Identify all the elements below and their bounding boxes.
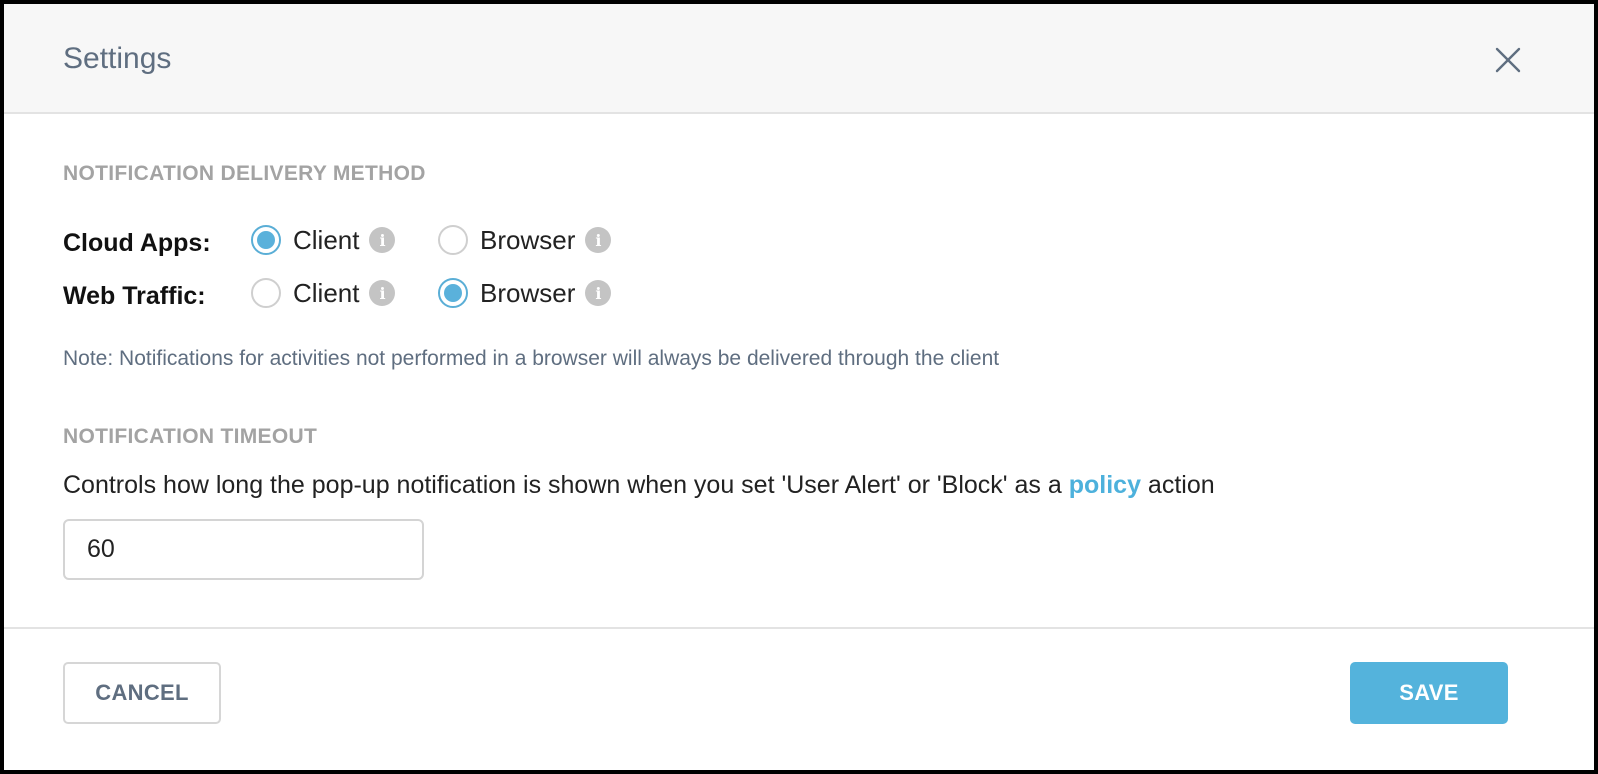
info-icon[interactable]: i <box>369 280 396 306</box>
cloud-apps-client-option[interactable]: Client i <box>251 222 396 258</box>
cloud-apps-browser-radio[interactable] <box>438 225 468 255</box>
cloud-apps-label: Cloud Apps: <box>63 229 211 257</box>
settings-dialog: Settings NOTIFICATION DELIVERY METHOD Cl… <box>4 4 1594 770</box>
web-traffic-label: Web Traffic: <box>63 282 206 310</box>
timeout-description: Controls how long the pop-up notificatio… <box>63 471 1215 500</box>
web-traffic-browser-label: Browser <box>480 277 576 308</box>
cloud-apps-browser-option[interactable]: Browser i <box>438 222 612 258</box>
info-icon[interactable]: i <box>585 227 612 253</box>
web-traffic-client-radio[interactable] <box>251 278 281 308</box>
web-traffic-client-label: Client <box>293 277 360 308</box>
dialog-title: Settings <box>63 42 172 75</box>
timeout-description-text: Controls how long the pop-up notificatio… <box>63 471 1069 499</box>
delivery-note: Note: Notifications for activities not p… <box>63 347 1000 370</box>
delivery-method-heading: NOTIFICATION DELIVERY METHOD <box>63 162 426 185</box>
cancel-button[interactable]: CANCEL <box>63 662 221 724</box>
web-traffic-client-option[interactable]: Client i <box>251 275 396 311</box>
dialog-header: Settings <box>4 4 1594 114</box>
web-traffic-browser-option[interactable]: Browser i <box>438 275 612 311</box>
save-button[interactable]: SAVE <box>1350 662 1508 724</box>
timeout-input[interactable] <box>63 519 424 580</box>
info-icon[interactable]: i <box>585 280 612 306</box>
footer-divider <box>4 627 1594 629</box>
cloud-apps-client-radio[interactable] <box>251 225 281 255</box>
close-icon[interactable] <box>1494 46 1522 74</box>
timeout-description-suffix: action <box>1140 471 1215 499</box>
cloud-apps-client-label: Client <box>293 224 360 255</box>
web-traffic-browser-radio[interactable] <box>438 278 468 308</box>
policy-link[interactable]: policy <box>1069 471 1141 499</box>
info-icon[interactable]: i <box>369 227 396 253</box>
cloud-apps-browser-label: Browser <box>480 224 576 255</box>
timeout-heading: NOTIFICATION TIMEOUT <box>63 425 318 448</box>
